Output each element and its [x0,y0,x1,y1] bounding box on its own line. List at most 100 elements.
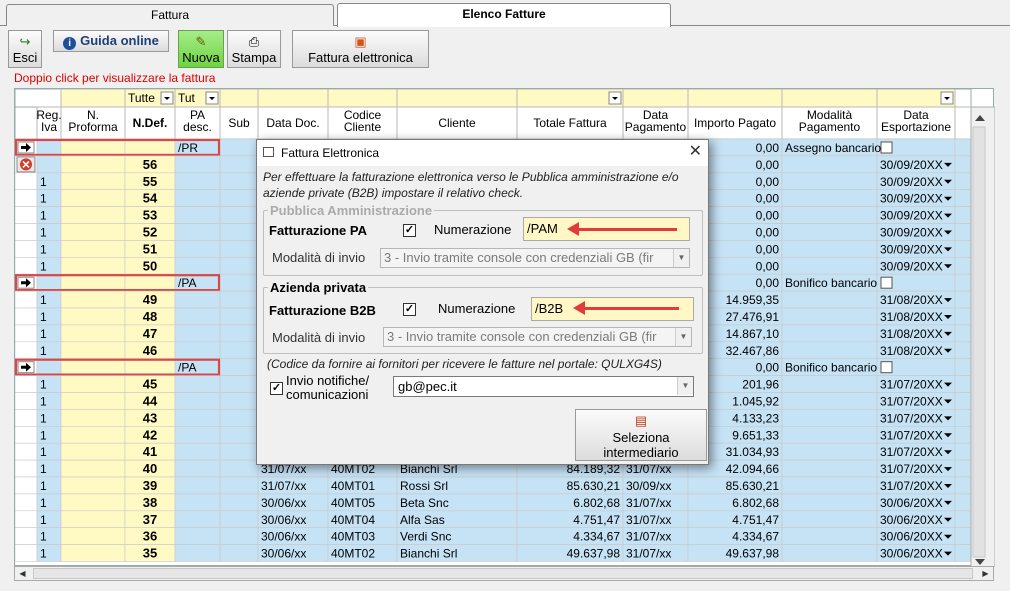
table-cell[interactable] [781,223,878,241]
table-cell[interactable] [219,290,259,309]
vertical-scrollbar[interactable] [970,106,996,568]
table-cell[interactable] [954,324,972,343]
b2b-modalita-select[interactable]: 3 - Invio tramite console con credenzial… [383,327,692,347]
table-cell[interactable] [219,257,259,275]
table-cell[interactable] [954,358,972,376]
table-cell[interactable] [60,172,126,191]
table-cell[interactable] [14,189,38,207]
table-cell[interactable] [954,544,972,562]
table-cell[interactable] [36,358,62,376]
table-cell[interactable] [174,324,221,343]
table-cell[interactable] [219,172,259,191]
table-cell[interactable] [219,138,259,157]
row-checkbox[interactable] [880,141,893,154]
table-cell[interactable] [174,493,221,512]
row-checkbox[interactable] [880,276,893,289]
table-cell[interactable] [174,442,221,461]
table-cell[interactable] [954,307,972,326]
table-cell[interactable] [954,409,972,427]
table-cell[interactable] [219,544,259,562]
table-cell[interactable] [14,257,38,275]
table-cell[interactable] [60,324,126,343]
table-cell[interactable] [954,459,972,478]
table-cell[interactable] [781,240,878,258]
table-cell[interactable] [14,493,38,512]
table-row[interactable]: 1 38 30/06/xx 40MT05 Beta Snc 6.802,68 31/07/x… [14,493,972,512]
filter-cell[interactable] [60,88,126,108]
table-cell[interactable] [14,223,38,241]
table-cell[interactable] [60,206,126,224]
table-cell[interactable] [781,442,878,461]
table-cell[interactable] [781,459,878,478]
close-icon[interactable]: ✕ [689,140,702,164]
table-cell[interactable] [174,240,221,258]
table-cell[interactable] [60,527,126,545]
table-cell[interactable] [954,476,972,495]
table-cell[interactable] [174,459,221,478]
table-cell[interactable] [60,189,126,207]
nuova-button[interactable]: ✎ Nuova [178,30,224,68]
table-cell[interactable] [219,273,259,292]
table-cell[interactable] [174,425,221,444]
table-cell[interactable] [60,375,126,393]
table-cell[interactable] [36,273,62,292]
table-cell[interactable] [219,510,259,528]
table-cell[interactable] [174,527,221,545]
table-cell[interactable] [60,138,126,157]
table-cell[interactable] [781,425,878,444]
table-cell[interactable] [954,172,972,191]
table-cell[interactable] [60,544,126,562]
stampa-button[interactable]: ⎙ Stampa [227,30,281,68]
table-cell[interactable] [781,257,878,275]
table-cell[interactable] [60,307,126,326]
table-cell[interactable] [60,341,126,360]
table-cell[interactable] [781,527,878,545]
table-cell[interactable] [954,155,972,174]
table-cell[interactable] [60,409,126,427]
table-cell[interactable] [954,493,972,512]
table-cell[interactable] [219,493,259,512]
horizontal-scrollbar[interactable]: ◀ ▶ [14,566,994,581]
table-cell[interactable] [14,544,38,562]
table-cell[interactable] [781,510,878,528]
table-cell[interactable] [781,290,878,309]
table-cell[interactable] [174,307,221,326]
table-cell[interactable] [219,392,259,410]
table-cell[interactable] [14,172,38,191]
fatturazione-pa-checkbox[interactable]: ✓ [403,224,416,237]
chevron-down-icon[interactable]: ▼ [677,377,693,395]
filter-cell[interactable] [516,88,624,108]
table-cell[interactable] [219,223,259,241]
table-cell[interactable] [60,476,126,495]
table-cell[interactable] [219,476,259,495]
table-cell[interactable] [219,240,259,258]
table-cell[interactable] [174,189,221,207]
table-cell[interactable] [60,223,126,241]
table-cell[interactable] [219,442,259,461]
table-cell[interactable] [219,459,259,478]
pa-modalita-select[interactable]: 3 - Invio tramite console con credenzial… [380,248,690,268]
table-cell[interactable] [14,442,38,461]
table-row[interactable]: 1 36 30/06/xx 40MT03 Verdi Snc 4.334,67 31/07/… [14,527,972,545]
table-cell[interactable] [60,240,126,258]
table-cell[interactable] [14,206,38,224]
table-cell[interactable] [124,138,176,157]
table-cell[interactable] [219,155,259,174]
table-cell[interactable] [781,155,878,174]
table-cell[interactable] [14,409,38,427]
table-cell[interactable] [954,240,972,258]
filter-cell[interactable] [622,88,689,108]
table-cell[interactable] [14,290,38,309]
filter-cell[interactable] [219,88,259,108]
filter-cell[interactable] [327,88,398,108]
table-cell[interactable] [781,206,878,224]
table-cell[interactable] [14,341,38,360]
table-cell[interactable] [219,425,259,444]
table-cell[interactable] [219,341,259,360]
table-cell[interactable] [781,493,878,512]
table-cell[interactable] [174,544,221,562]
table-cell[interactable] [174,392,221,410]
invio-notifiche-checkbox[interactable]: ✓ [270,382,283,395]
tab-elenco-fatture[interactable]: Elenco Fatture [337,3,671,27]
table-cell[interactable] [124,273,176,292]
